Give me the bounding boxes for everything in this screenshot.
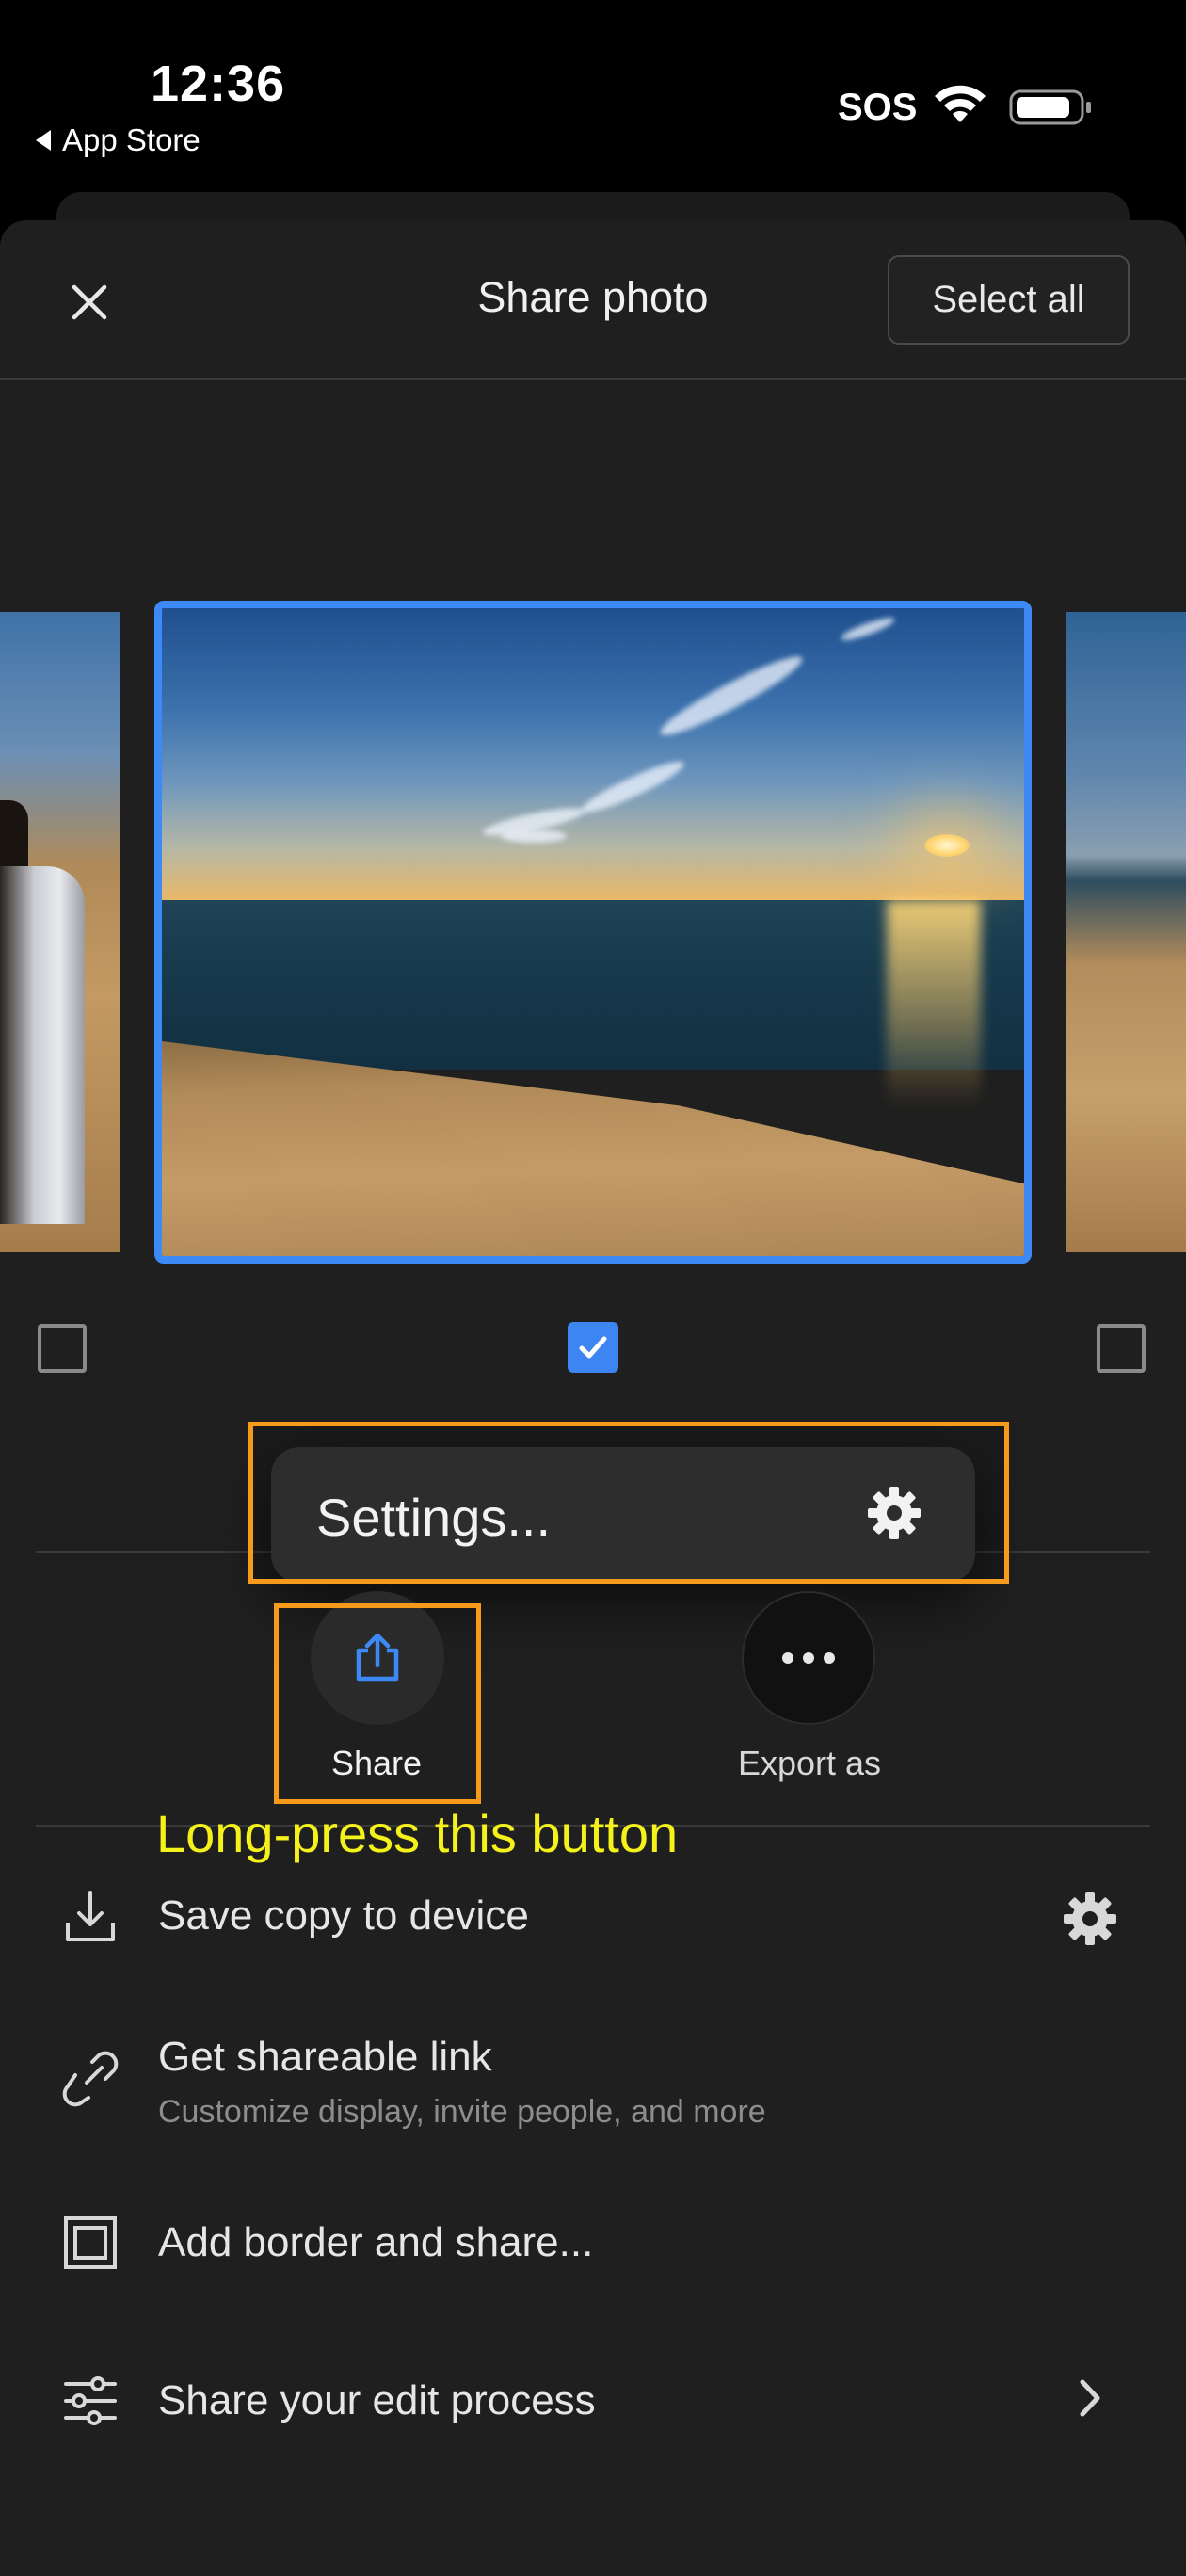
photo-thumbnail-next[interactable] — [1066, 612, 1186, 1252]
more-icon — [782, 1652, 835, 1664]
highlight-box-share — [274, 1603, 481, 1804]
list-item-subtitle: Customize display, invite people, and mo… — [158, 2094, 766, 2130]
list-item-title: Add border and share... — [158, 2219, 594, 2265]
gear-icon[interactable] — [1060, 1889, 1120, 1949]
highlight-box-settings — [248, 1422, 1009, 1584]
download-icon — [66, 1891, 115, 1941]
photo-person-detail — [0, 866, 85, 1224]
back-label: App Store — [62, 122, 200, 157]
back-triangle-icon — [36, 130, 51, 151]
photo-thumbnail-previous[interactable] — [0, 612, 120, 1252]
photo-sky — [162, 608, 1024, 900]
battery-icon — [1009, 89, 1091, 125]
export-as-button[interactable] — [742, 1591, 875, 1725]
photo-checkbox-next[interactable] — [1097, 1324, 1146, 1373]
photo-thumbnail-selected[interactable] — [154, 601, 1032, 1264]
back-to-app-store[interactable]: App Store — [36, 122, 200, 158]
header-divider — [0, 378, 1186, 380]
photo-cloud — [501, 829, 567, 843]
photo-checkbox-previous[interactable] — [38, 1324, 87, 1373]
chevron-right-icon — [1080, 2379, 1100, 2417]
list-item-title: Share your edit process — [158, 2377, 596, 2423]
checkmark-icon — [579, 1336, 607, 1359]
border-icon — [64, 2216, 117, 2269]
select-all-button[interactable]: Select all — [888, 255, 1130, 345]
export-as-label: Export as — [737, 1744, 882, 1782]
carrier-status: SOS — [838, 87, 918, 128]
link-icon — [62, 2051, 119, 2107]
status-time: 12:36 — [151, 56, 286, 112]
wifi-icon — [935, 85, 986, 122]
photo-sun — [924, 834, 970, 857]
photo-checkbox-selected[interactable] — [568, 1322, 618, 1373]
list-item-title: Save copy to device — [158, 1892, 529, 1939]
list-item-title: Get shareable link — [158, 2034, 492, 2080]
photo-sun-reflection — [887, 900, 981, 1107]
sliders-icon — [64, 2376, 117, 2425]
annotation-hint: Long-press this button — [156, 1804, 679, 1863]
